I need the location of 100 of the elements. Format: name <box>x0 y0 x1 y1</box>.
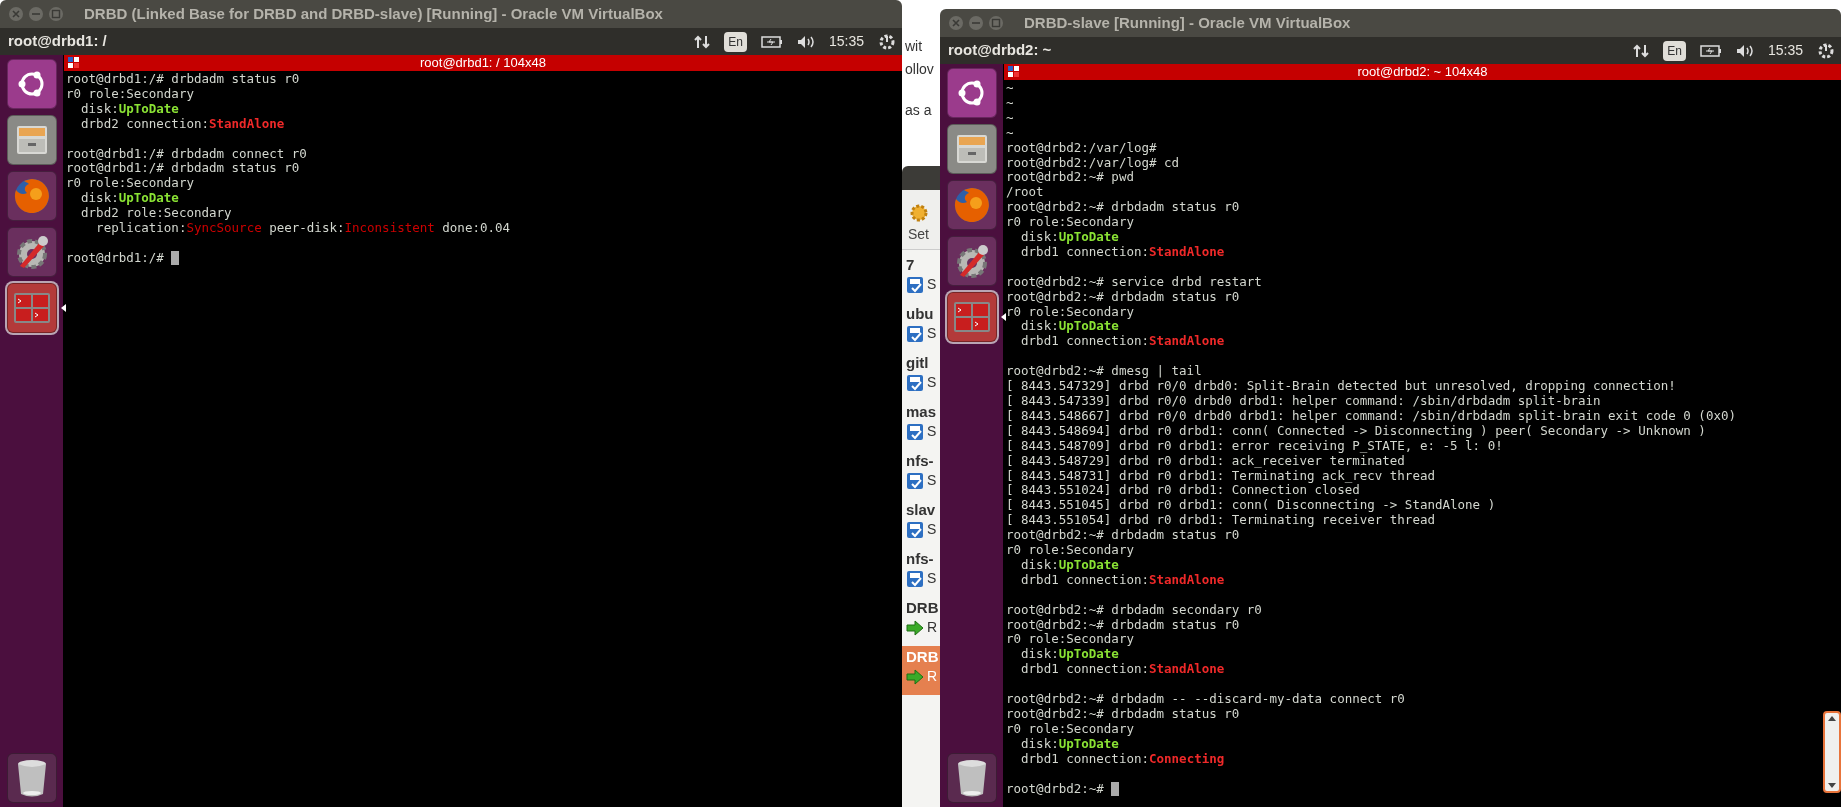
saved-state-icon <box>906 422 924 441</box>
terminal-line: [ 8443.548709] drbd r0 drbd1: error receiving P_STATE, e: -5 l: 0! <box>1006 438 1503 454</box>
window-title: DRBD-slave [Running] - Oracle VM VirtualBox <box>1024 12 1351 33</box>
terminal-line: /root <box>1006 185 1044 201</box>
terminal-line: [ 8443.548731] drbd r0 drbd1: Terminating ack_recv thread <box>1006 468 1435 484</box>
terminal-line: [ 8443.551045] drbd r0 drbd1: conn( Disconnecting -> StandAlone ) <box>1006 498 1496 514</box>
page-text: as a <box>905 101 932 120</box>
terminal-line: r0 role:Secondary <box>1006 543 1134 558</box>
vm-name: nfs- <box>906 452 935 470</box>
terminal-title: root@drbd1: / 104x48 <box>420 55 546 71</box>
saved-state-icon <box>906 569 924 588</box>
terminal-line: drbd1 connection:StandAlone <box>1020 334 1225 350</box>
terminal-line: [ 8443.547339] drbd r0/0 drbd0 drbd1: helper command: /sbin/drbdadm split-brain <box>1006 394 1601 409</box>
terminal-line: drbd1 connection:StandAlone <box>1020 662 1225 678</box>
terminal-line: ~ <box>1006 81 1014 96</box>
vm-name: ubu <box>906 305 935 323</box>
arrow-right-icon <box>906 668 924 685</box>
launcher-item[interactable] <box>6 59 57 109</box>
launcher-item[interactable] <box>6 115 57 165</box>
vm-list-item[interactable]: 7 S <box>902 254 940 303</box>
terminal-line: drbd2 connection:StandAlone <box>80 116 285 132</box>
terminal-line: root@drbd2:~# drbdadm status r0 <box>1006 200 1240 216</box>
terminal-line: root@drbd2:~# service drbd restart <box>1006 274 1262 290</box>
terminal-line: drbd1 connection:StandAlone <box>1020 244 1225 260</box>
terminal-icon <box>952 301 991 333</box>
terminal-line: [ 8443.548667] drbd r0/0 drbd0 drbd1: helper command: /sbin/drbdadm split-brain exit code 0 (0x0) <box>1006 408 1736 424</box>
terminal-line: [ 8443.551054] drbd r0 drbd1: Terminating receiver thread <box>1006 513 1435 529</box>
vm-name: gitl <box>906 354 930 372</box>
power-gear-icon <box>1817 41 1835 60</box>
launcher-item[interactable] <box>6 753 57 803</box>
manager-title-bar <box>902 166 940 190</box>
battery-icon <box>760 35 783 48</box>
keyboard-layout[interactable]: En <box>1663 40 1686 61</box>
vm-state: S <box>927 422 937 441</box>
terminal-line: drbd2 role:Secondary <box>80 206 232 222</box>
terminal-line: root@drbd2:/var/log# cd <box>1006 155 1180 171</box>
vm-list-item[interactable]: DRB R <box>902 597 940 646</box>
scroll-up-icon <box>1828 716 1836 721</box>
terminal-title: root@drbd2: ~ 104x48 <box>1357 64 1488 80</box>
terminal-line: r0 role:Secondary <box>66 86 194 102</box>
vm-list-item[interactable]: nfs- S <box>902 450 940 499</box>
clock[interactable]: 15:35 <box>1767 40 1803 61</box>
vm-list-item[interactable]: ubu S <box>902 303 940 352</box>
cursor <box>171 250 180 265</box>
saved-state-icon <box>906 324 924 343</box>
launcher-item[interactable] <box>946 68 997 118</box>
terminal-line: r0 role:Secondary <box>1006 215 1134 231</box>
vm-list-item[interactable]: nfs- S <box>902 548 940 597</box>
vm-name: mas <box>906 403 938 421</box>
vm-name: DRB <box>906 648 940 666</box>
terminal-line: [ 8443.547329] drbd r0/0 drbd0: Split-Brain detected but unresolved, dropping connection! <box>1006 379 1676 394</box>
window-title: DRBD (Linked Base for DRBD and DRBD-slave) [Running] - Oracle VM VirtualBox <box>84 3 663 24</box>
launcher-item[interactable] <box>6 171 57 221</box>
app-title: root@drbd1: / <box>8 31 108 52</box>
terminal-line: root@drbd1:/# drbdadm connect r0 <box>66 146 307 162</box>
launcher-item[interactable] <box>946 236 997 286</box>
keyboard-layout[interactable]: En <box>724 31 747 52</box>
terminal-line: root@drbd1:/# <box>66 250 165 266</box>
terminal-line: root@drbd1:/# drbdadm status r0 <box>66 161 300 177</box>
active-indicator-icon <box>1000 313 1006 321</box>
clock[interactable]: 15:35 <box>828 31 864 52</box>
volume-icon <box>796 34 815 49</box>
scrollbar[interactable] <box>1823 711 1841 793</box>
terminal-line: disk:UpToDate <box>80 191 179 207</box>
launcher-item[interactable] <box>6 227 57 277</box>
terminal-line: root@drbd2:~# dmesg | tail <box>1006 364 1202 380</box>
network-arrows-icon <box>694 33 711 50</box>
terminal-line: root@drbd2:~# drbdadm status r0 <box>1006 707 1240 722</box>
terminal-line: disk:UpToDate <box>1020 230 1119 245</box>
vm-state: R <box>927 667 938 686</box>
terminal-line: root@drbd2:/var/log# <box>1006 140 1157 156</box>
page-text: wit <box>905 37 923 56</box>
vm-list-item[interactable]: mas S <box>902 401 940 450</box>
terminal-line: ~ <box>1006 110 1014 126</box>
app-title: root@drbd2: ~ <box>948 40 1053 61</box>
launcher-item[interactable] <box>946 753 997 803</box>
terminal-line: root@drbd2:~# drbdadm status r0 <box>1006 528 1240 544</box>
vm-state: S <box>927 569 937 588</box>
vm-state: R <box>927 618 938 637</box>
launcher-item[interactable] <box>946 124 997 174</box>
saved-state-icon <box>906 373 924 392</box>
vm-name: slav <box>906 501 937 519</box>
terminal-line: root@drbd2:~# pwd <box>1006 170 1134 186</box>
saved-state-icon <box>906 520 924 539</box>
cursor <box>1111 781 1120 796</box>
arrow-right-icon <box>906 619 924 636</box>
terminal-line: [ 8443.548694] drbd r0 drbd1: conn( Connected -> Disconnecting ) peer( Secondary -> Unknown ) <box>1006 423 1706 439</box>
terminal-line: drbd1 connection:StandAlone <box>1020 572 1225 588</box>
vm-state: S <box>927 471 937 490</box>
vm-state: S <box>927 373 937 392</box>
vm-list-item[interactable]: slav S <box>902 499 940 548</box>
network-arrows-icon <box>1633 42 1650 59</box>
saved-state-icon <box>906 471 924 490</box>
vm-list-item[interactable]: gitl S <box>902 352 940 401</box>
gear-icon[interactable] <box>908 202 930 224</box>
vm-name: nfs- <box>906 550 935 568</box>
launcher-item[interactable] <box>946 180 997 230</box>
terminal-line: ~ <box>1006 95 1014 111</box>
toolbar-label[interactable]: Set <box>908 224 929 245</box>
scroll-down-icon <box>1828 783 1836 788</box>
